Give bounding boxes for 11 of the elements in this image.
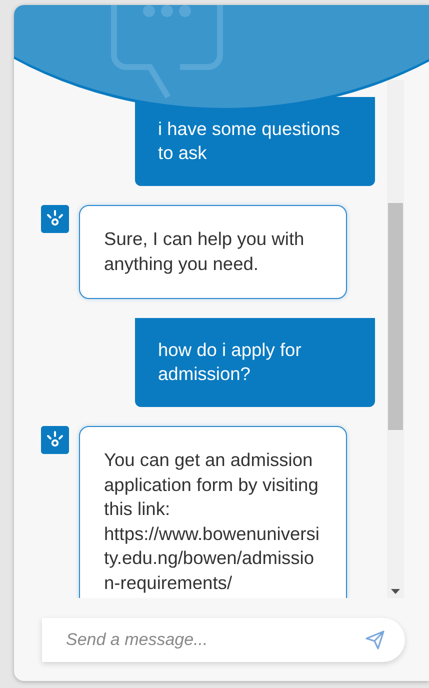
- bot-message-bubble: Sure, I can help you with anything you need.: [79, 205, 347, 299]
- bot-avatar-icon: [41, 426, 69, 454]
- scrollbar-thumb[interactable]: [388, 203, 403, 430]
- user-message-bubble: how do i apply for admission?: [135, 318, 375, 407]
- bot-message-bubble: You can get an admission application form by visiting this link: https://www.bowenuniversity.edu.ng/bowen/admission-requirements/: [79, 426, 347, 598]
- send-button[interactable]: [363, 629, 387, 651]
- message-input-field[interactable]: Send a message...: [42, 618, 405, 662]
- send-icon: [365, 630, 385, 650]
- bot-avatar-icon: [41, 205, 69, 233]
- scroll-down-arrow-icon[interactable]: [391, 589, 400, 594]
- scrollbar[interactable]: [387, 80, 404, 598]
